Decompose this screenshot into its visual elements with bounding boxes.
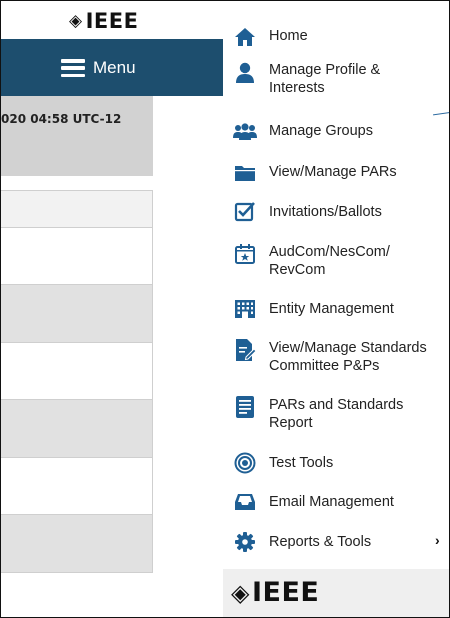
chevron-right-icon[interactable]: › (435, 532, 440, 548)
table-row[interactable] (1, 400, 153, 458)
menu-item-label: AudCom/NesCom/RevCom (269, 244, 390, 278)
background-page: ◈ IEEE Menu 020 04:58 UTC-12 (1, 1, 223, 617)
menu-item-manage-profile[interactable]: Manage Profile & Interests (223, 61, 449, 101)
info-panel: 020 04:58 UTC-12 (1, 96, 153, 176)
report-icon (233, 395, 257, 419)
menu-item-label: Home (269, 28, 308, 44)
table-row[interactable] (1, 285, 153, 343)
menu-item-invitations-ballots[interactable]: Invitations/Ballots (223, 200, 449, 224)
menu-item-audcom-nescom-revcom[interactable]: AudCom/NesCom/RevCom (223, 242, 449, 283)
calendar-star-icon (233, 242, 257, 266)
users-group-icon (233, 120, 257, 144)
menu-item-label: PARs and Standards Report (269, 397, 404, 431)
table-row[interactable] (1, 458, 153, 515)
menu-button-label: Menu (93, 58, 136, 77)
ieee-diamond-icon: ◈ (231, 578, 250, 607)
menu-item-email-management[interactable]: Email Management (223, 490, 449, 514)
menu-item-label: View/Manage Standards Committee P&Ps (269, 340, 427, 374)
menu-item-label: Manage Profile & Interests (269, 62, 381, 96)
logo-text: IEEE (85, 9, 139, 33)
menu-item-home[interactable]: Home (223, 25, 449, 49)
timestamp-text: 020 04:58 UTC-12 (1, 112, 122, 126)
document-edit-icon (233, 338, 257, 362)
table (1, 190, 153, 573)
menu-item-manage-groups[interactable]: Manage Groups (223, 120, 449, 144)
top-navbar: Menu (1, 39, 223, 96)
ieee-diamond-icon: ◈ (69, 11, 83, 31)
home-icon (233, 25, 257, 49)
table-row[interactable] (1, 343, 153, 400)
footer-logo-bar: ◈ IEEE (223, 569, 449, 617)
hamburger-icon (61, 59, 85, 77)
ieee-logo[interactable]: ◈ IEEE (231, 577, 319, 608)
logo-text: IEEE (251, 577, 320, 608)
table-row[interactable] (1, 228, 153, 285)
folder-icon (233, 161, 257, 185)
target-icon (233, 451, 257, 475)
menu-item-label: Email Management (269, 494, 394, 510)
menu-button[interactable]: Menu (61, 56, 136, 80)
inbox-icon (233, 490, 257, 514)
menu-item-reports-tools[interactable]: Reports & Tools › (223, 530, 449, 554)
menu-item-entity-management[interactable]: Entity Management (223, 297, 449, 321)
building-icon (233, 297, 257, 321)
ieee-logo[interactable]: ◈ IEEE (69, 9, 138, 33)
menu-item-test-tools[interactable]: Test Tools (223, 451, 449, 475)
menu-item-view-manage-pars[interactable]: View/Manage PARs (223, 161, 449, 185)
checkbox-icon (233, 200, 257, 224)
menu-item-label: View/Manage PARs (269, 164, 397, 180)
menu-item-label: Test Tools (269, 455, 334, 471)
table-header-row (1, 190, 153, 228)
menu-item-label: Invitations/Ballots (269, 204, 382, 220)
side-menu: Home Manage Profile & Interests Manage Gr… (223, 1, 449, 617)
menu-item-label: Entity Management (269, 301, 394, 317)
menu-item-label: Manage Groups (269, 123, 373, 139)
menu-item-pars-standards-report[interactable]: PARs and Standards Report (223, 395, 449, 436)
menu-item-standards-committee-pps[interactable]: View/Manage Standards Committee P&Ps (223, 338, 449, 379)
table-row[interactable] (1, 515, 153, 573)
app-frame: ◈ IEEE Menu 020 04:58 UTC-12 Home Manage… (0, 0, 450, 618)
user-icon (233, 61, 257, 85)
menu-item-label: Reports & Tools (269, 534, 372, 550)
gear-icon (233, 530, 257, 554)
